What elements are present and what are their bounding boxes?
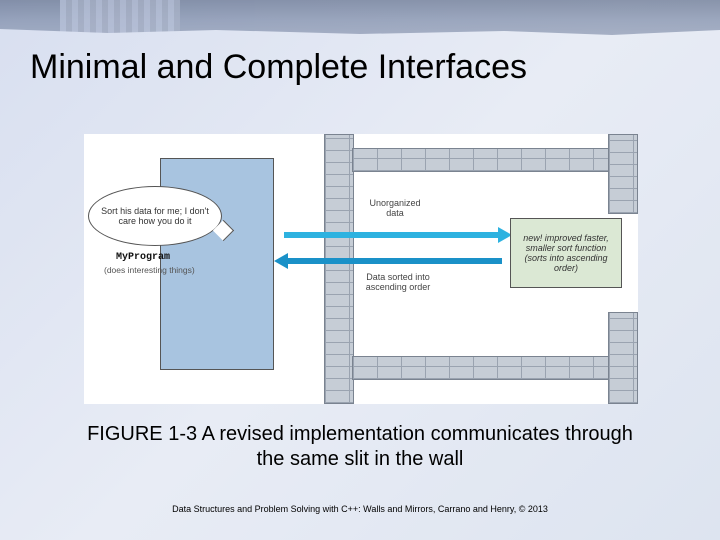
speech-text: Sort his data for me; I don't care how y… bbox=[89, 206, 221, 227]
figure-caption: FIGURE 1-3 A revised implementation comm… bbox=[80, 422, 640, 472]
brick-wall-bottom bbox=[352, 356, 638, 380]
sort-function-text: new! improved faster, smaller sort funct… bbox=[517, 233, 615, 273]
speech-bubble: Sort his data for me; I don't care how y… bbox=[88, 186, 222, 246]
program-name: MyProgram bbox=[116, 252, 170, 263]
brick-wall-right-bottom bbox=[608, 312, 638, 404]
brick-wall-right-top bbox=[608, 134, 638, 214]
label-unorganized: Unorganized data bbox=[360, 196, 430, 221]
arrow-from-sort-icon bbox=[274, 256, 512, 266]
sort-function-box: new! improved faster, smaller sort funct… bbox=[510, 218, 622, 288]
figure-diagram: Sort his data for me; I don't care how y… bbox=[84, 134, 638, 404]
arrow-to-sort-icon bbox=[274, 230, 512, 240]
footer-citation: Data Structures and Problem Solving with… bbox=[0, 504, 720, 514]
header-banner bbox=[0, 0, 720, 50]
label-sorted: Data sorted into ascending order bbox=[360, 270, 436, 295]
slide-title: Minimal and Complete Interfaces bbox=[30, 48, 690, 87]
brick-wall-top bbox=[352, 148, 638, 172]
program-subtitle: (does interesting things) bbox=[104, 265, 195, 275]
brick-wall-left bbox=[324, 134, 354, 404]
